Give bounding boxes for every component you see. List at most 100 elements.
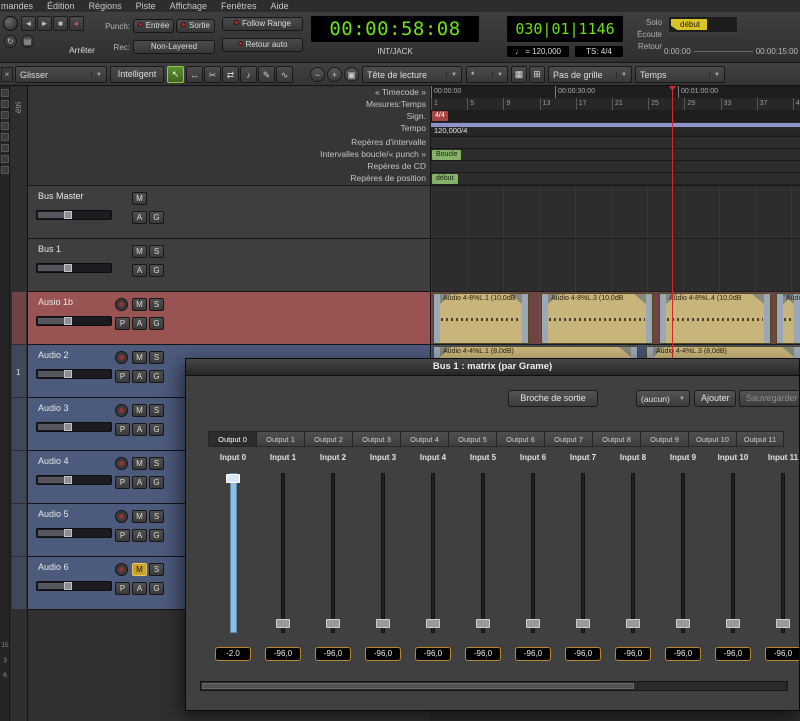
- record-arm-button[interactable]: [115, 351, 128, 364]
- meter-marker[interactable]: 4/4: [432, 111, 448, 121]
- monitor-indicator[interactable]: Écoute: [628, 30, 662, 39]
- rail-tool-icon[interactable]: [1, 133, 9, 141]
- record-button[interactable]: ●: [69, 16, 84, 31]
- fader-handle[interactable]: [526, 619, 540, 628]
- gain-fader[interactable]: [631, 473, 635, 633]
- ruler-row-label[interactable]: Mesures:Temps: [366, 98, 426, 110]
- tempo-display[interactable]: ♩ = 120,000: [506, 45, 570, 58]
- track-name[interactable]: Audio 3: [38, 403, 69, 413]
- group-button[interactable]: G: [149, 529, 164, 542]
- preset-select[interactable]: (aucun)▼: [636, 390, 690, 407]
- track-gain-slider[interactable]: [36, 210, 112, 220]
- solo-button[interactable]: S: [149, 457, 164, 470]
- track-gain-slider[interactable]: [36, 316, 112, 326]
- secondary-clock[interactable]: 030|01|1146: [506, 15, 624, 43]
- gain-fader[interactable]: [531, 473, 535, 633]
- output-tab[interactable]: Output 4: [400, 431, 448, 447]
- cut-tool-icon[interactable]: ✂: [204, 66, 221, 83]
- output-tab[interactable]: Output 10: [688, 431, 736, 447]
- rail-tool-icon[interactable]: [1, 122, 9, 130]
- solo-indicator[interactable]: Solo: [628, 18, 662, 27]
- goto-start-button[interactable]: ◄: [21, 16, 36, 31]
- track-gain-slider[interactable]: [36, 581, 112, 591]
- gain-value[interactable]: -96,0: [715, 647, 751, 661]
- output-tab[interactable]: Output 0: [208, 431, 256, 447]
- playlist-button[interactable]: P: [115, 529, 130, 542]
- punch-in-button[interactable]: Entrée: [133, 19, 174, 33]
- fader-handle[interactable]: [626, 619, 640, 628]
- menu-item[interactable]: Fenêtres: [214, 1, 264, 11]
- output-tab[interactable]: Output 8: [592, 431, 640, 447]
- group-button[interactable]: G: [149, 264, 164, 277]
- fader-handle[interactable]: [276, 619, 290, 628]
- output-tab[interactable]: Output 6: [496, 431, 544, 447]
- ruler-row-label[interactable]: « Timecode »: [375, 86, 426, 98]
- gain-value[interactable]: -96,0: [265, 647, 301, 661]
- region-right-handle[interactable]: [646, 294, 652, 343]
- dialog-titlebar[interactable]: Bus 1 : matrix (par Grame): [186, 359, 799, 376]
- zoom-out-icon[interactable]: −: [310, 67, 325, 82]
- tempo-marker[interactable]: 120,000/4: [434, 126, 467, 134]
- ruler-row-label[interactable]: Tempo: [400, 122, 426, 134]
- audio-region[interactable]: Audio 4-8%L.3 (10,0dB: [541, 293, 653, 344]
- gain-value[interactable]: -96,0: [365, 647, 401, 661]
- group-button[interactable]: G: [149, 423, 164, 436]
- smart-mode-button[interactable]: Intelligent: [110, 66, 164, 83]
- solo-button[interactable]: S: [149, 245, 164, 258]
- play-button[interactable]: ►: [37, 16, 52, 31]
- gain-handle[interactable]: [64, 370, 72, 378]
- output-tab[interactable]: Output 5: [448, 431, 496, 447]
- range-marker-ruler[interactable]: [431, 136, 800, 148]
- rail-tool-icon[interactable]: [1, 100, 9, 108]
- playlist-button[interactable]: P: [115, 476, 130, 489]
- grab-tool-icon[interactable]: ↖: [167, 66, 184, 83]
- gain-handle[interactable]: [64, 529, 72, 537]
- region-right-handle[interactable]: [764, 294, 770, 343]
- grid-unit-select[interactable]: Temps▼: [635, 66, 725, 83]
- track-name[interactable]: Bus Master: [38, 191, 84, 201]
- zoom-preset-select[interactable]: *▼: [466, 66, 508, 83]
- solo-button[interactable]: S: [149, 298, 164, 311]
- group-button[interactable]: G: [149, 211, 164, 224]
- fader-handle[interactable]: [226, 474, 240, 483]
- playlist-button[interactable]: P: [115, 582, 130, 595]
- Bus 1[interactable]: Bus 1 M S P A G: [28, 239, 430, 292]
- gain-fader[interactable]: [431, 473, 435, 633]
- menu-item[interactable]: Édition: [40, 1, 82, 11]
- track-name[interactable]: Audio 5: [38, 509, 69, 519]
- ruler-row-label[interactable]: Intervalles boucle/« punch »: [320, 148, 426, 160]
- midi-panic-button[interactable]: ▤: [21, 35, 34, 48]
- ruler-row-label[interactable]: Repères de CD: [367, 160, 426, 172]
- snap-mode-select[interactable]: Pas de grille▼: [548, 66, 632, 83]
- track-gain-slider[interactable]: [36, 475, 112, 485]
- solo-button[interactable]: S: [149, 351, 164, 364]
- track-name[interactable]: Audio 2: [38, 350, 69, 360]
- zoom-fit-icon[interactable]: ▣: [344, 67, 359, 82]
- Bus Master[interactable]: Bus Master M S P A G: [28, 186, 430, 239]
- ruler-row-label[interactable]: Repères de position: [350, 172, 426, 184]
- output-tab[interactable]: Output 3: [352, 431, 400, 447]
- gain-fader[interactable]: [381, 473, 385, 633]
- automation-button[interactable]: A: [132, 211, 147, 224]
- start-marker[interactable]: début: [432, 174, 458, 184]
- gain-handle[interactable]: [64, 476, 72, 484]
- draw-tool-icon[interactable]: ✎: [258, 66, 275, 83]
- loop-button[interactable]: ↻: [4, 35, 17, 48]
- mute-button[interactable]: M: [132, 245, 147, 258]
- mute-button[interactable]: M: [132, 192, 147, 205]
- audio-region[interactable]: Audio 4-8%L.4 (10,0dB: [659, 293, 771, 344]
- return-indicator[interactable]: Retour: [628, 42, 662, 51]
- record-arm-button[interactable]: [115, 298, 128, 311]
- playlist-button[interactable]: P: [115, 317, 130, 330]
- menu-item[interactable]: Piste: [129, 1, 163, 11]
- timeline-track-row[interactable]: [431, 186, 800, 239]
- record-arm-button[interactable]: [115, 563, 128, 576]
- gain-value[interactable]: -96,0: [565, 647, 601, 661]
- close-icon[interactable]: ×: [1, 67, 13, 82]
- vertical-tab-label[interactable]: étri: [14, 102, 23, 113]
- automation-button[interactable]: A: [132, 370, 147, 383]
- timeline-track-row[interactable]: [431, 239, 800, 292]
- group-button[interactable]: G: [149, 582, 164, 595]
- stop-button[interactable]: ■: [53, 16, 68, 31]
- marker-drag-source[interactable]: début: [668, 16, 738, 33]
